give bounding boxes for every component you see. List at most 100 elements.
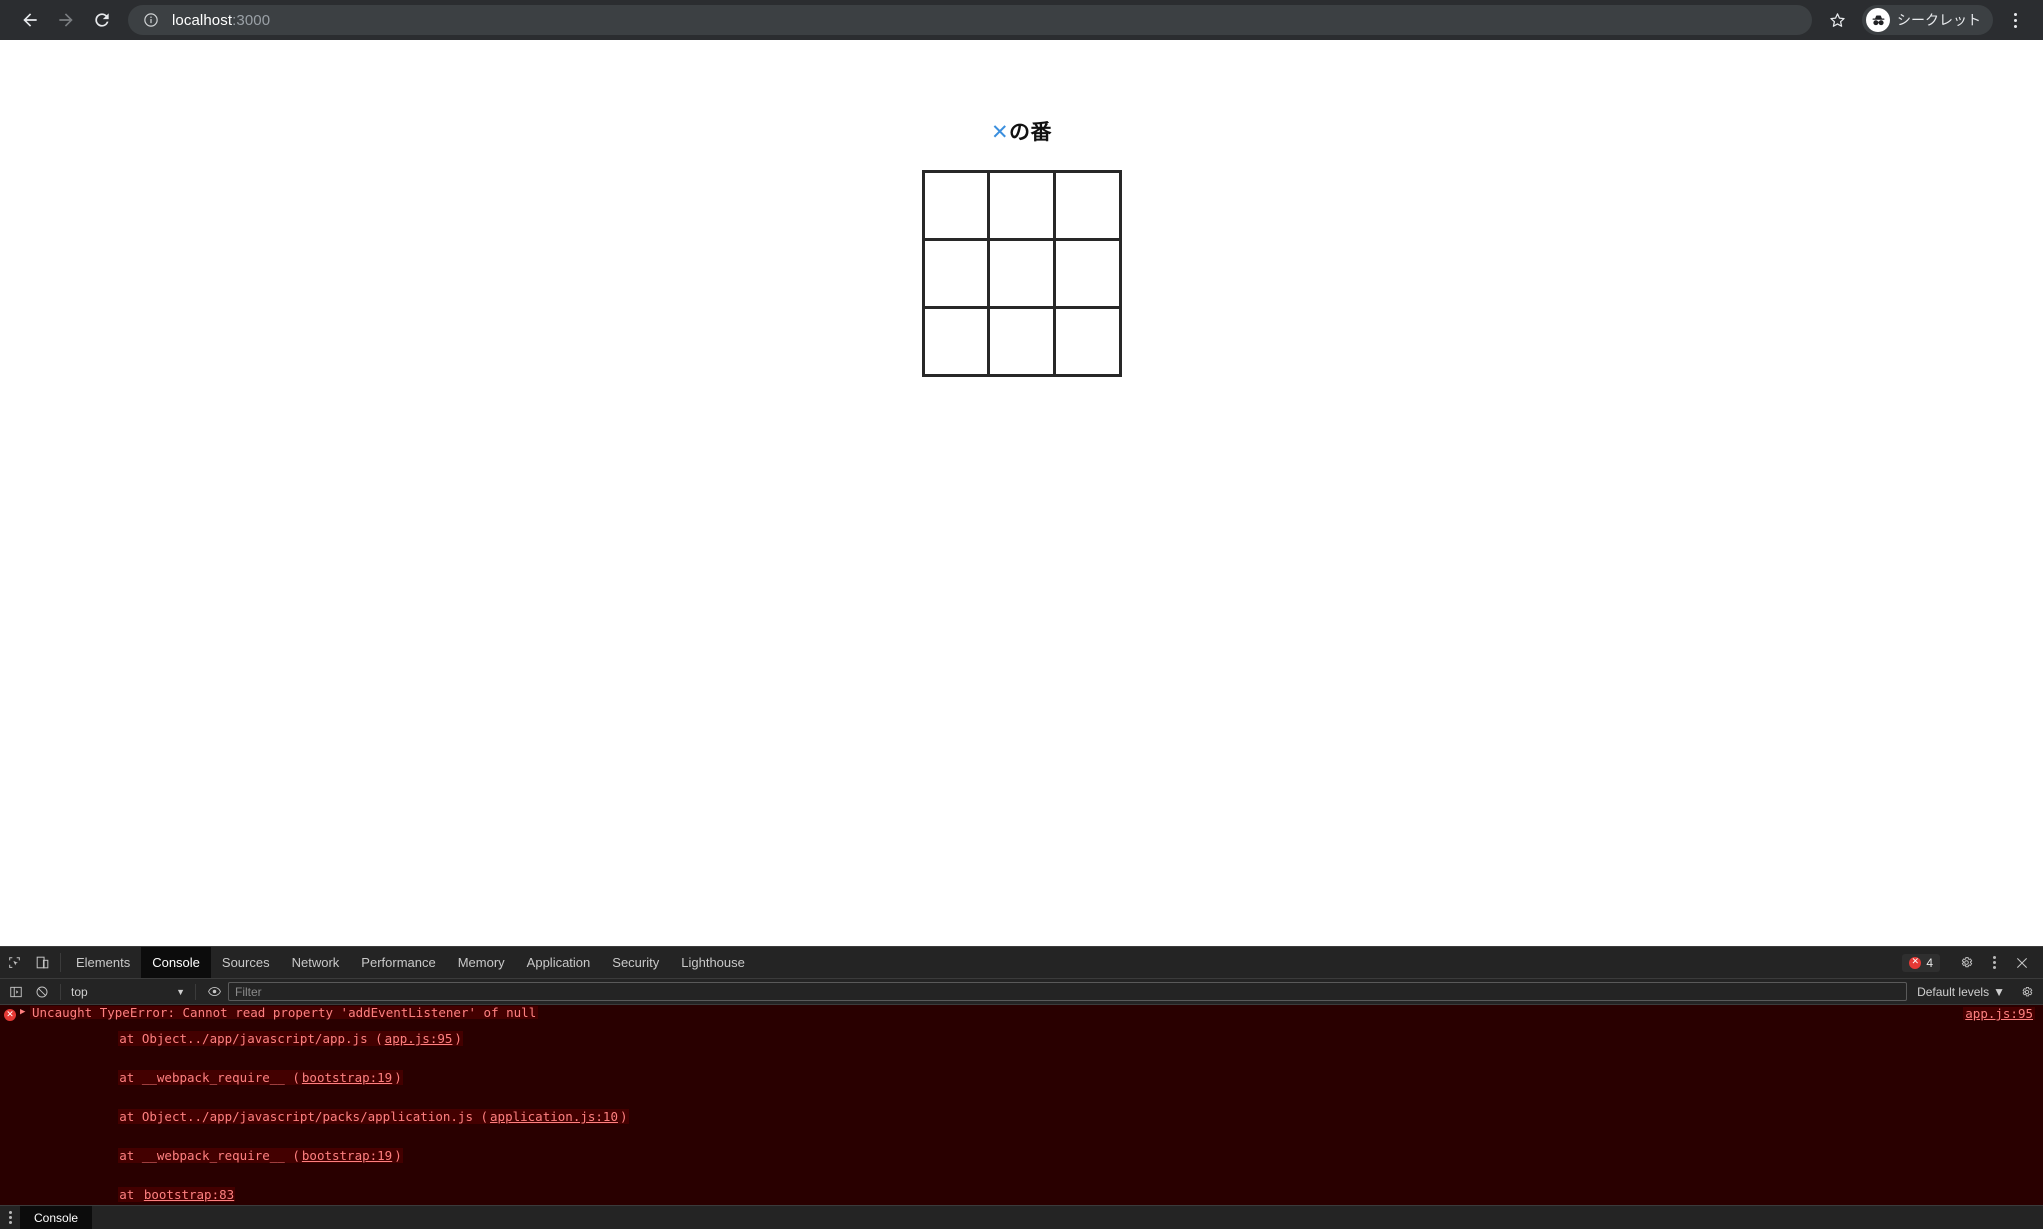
stack-frame-link[interactable]: bootstrap:83 <box>142 1187 236 1202</box>
forward-button[interactable] <box>48 2 84 38</box>
clear-console-icon <box>36 986 48 997</box>
clear-console-button[interactable] <box>30 981 54 1003</box>
error-count-badge[interactable]: ✕ 4 <box>1902 953 1940 972</box>
gear-icon <box>1961 957 1972 968</box>
execution-context-select[interactable]: top ▼ <box>67 982 189 1002</box>
console-toolbar-divider-2 <box>195 983 196 1000</box>
stack-frame: at __webpack_require__ (bootstrap:19) <box>20 1136 1863 1175</box>
board-cell-3[interactable] <box>924 241 988 306</box>
stack-frame: at Object../app/javascript/app.js (app.j… <box>20 1019 1863 1058</box>
menu-dot <box>2013 18 2017 22</box>
tab-application[interactable]: Application <box>516 947 602 978</box>
game-board <box>921 170 1122 377</box>
expand-triangle-icon[interactable]: ▶ <box>20 1006 30 1019</box>
device-toolbar-button[interactable] <box>28 947 56 978</box>
devtools-drawer: Console <box>0 1205 2043 1229</box>
log-levels-select[interactable]: Default levels ▼ <box>1909 985 2013 999</box>
chevron-down-icon: ▼ <box>1993 984 2005 999</box>
reload-button[interactable] <box>84 2 120 38</box>
devtools-close-button[interactable] <box>2009 950 2035 976</box>
board-cell-6[interactable] <box>924 309 988 374</box>
tab-lighthouse[interactable]: Lighthouse <box>670 947 756 978</box>
address-bar[interactable]: localhost:3000 <box>128 5 1812 35</box>
console-toolbar-divider <box>60 983 61 1000</box>
browser-menu-button[interactable] <box>1999 3 2031 37</box>
console-settings-button[interactable] <box>2015 981 2039 1003</box>
stack-frame-tail: ) <box>618 1109 629 1124</box>
tab-memory[interactable]: Memory <box>447 947 516 978</box>
message-body: ▶ Uncaught TypeError: Cannot read proper… <box>20 1006 2043 1229</box>
error-title: Uncaught TypeError: Cannot read property… <box>30 1005 539 1020</box>
bookmark-button[interactable] <box>1820 3 1854 37</box>
toolbar-right-controls: シークレット <box>1820 3 2031 37</box>
board-cell-7[interactable] <box>990 309 1053 374</box>
message-icon-wrap: ✕ <box>0 1006 20 1021</box>
drawer-tab-console[interactable]: Console <box>20 1206 93 1229</box>
board-cell-4[interactable] <box>990 241 1053 306</box>
stack-frame-tail: ) <box>393 1070 403 1085</box>
stack-frame-tail: ) <box>453 1031 463 1046</box>
address-bar-text: localhost:3000 <box>172 12 270 29</box>
console-filter-input[interactable] <box>228 982 1908 1001</box>
message-source-link[interactable]: app.js:95 <box>1963 1007 2035 1020</box>
board-cell-0[interactable] <box>924 173 988 238</box>
devtools-settings-button[interactable] <box>1953 950 1979 976</box>
error-icon: ✕ <box>1909 956 1922 969</box>
stack-frame-text: at __webpack_require__ ( <box>118 1148 301 1163</box>
drawer-more-button[interactable] <box>0 1206 20 1229</box>
stack-frame-link[interactable]: bootstrap:19 <box>300 1070 394 1085</box>
stack-frame-link[interactable]: app.js:95 <box>383 1031 454 1046</box>
stack-frame: at __webpack_require__ (bootstrap:19) <box>20 1058 1863 1097</box>
stack-frame-text: at __webpack_require__ ( <box>118 1070 301 1085</box>
incognito-label: シークレット <box>1897 12 1981 28</box>
menu-dot <box>2013 24 2017 28</box>
menu-dot <box>8 1221 12 1224</box>
tab-performance[interactable]: Performance <box>350 947 446 978</box>
devtools-tabbar-right: ✕ 4 <box>1902 947 2043 978</box>
error-count-value: 4 <box>1926 955 1933 970</box>
tab-sources[interactable]: Sources <box>211 947 281 978</box>
stack-frame-text: at <box>118 1187 143 1202</box>
stack-frame-link[interactable]: bootstrap:19 <box>300 1148 394 1163</box>
reload-icon <box>95 13 109 27</box>
chevron-down-icon: ▼ <box>176 986 185 997</box>
board-cell-1[interactable] <box>990 173 1053 238</box>
live-expression-button[interactable] <box>202 981 226 1003</box>
devtools-more-button[interactable] <box>1981 950 2007 976</box>
tab-elements[interactable]: Elements <box>65 947 141 978</box>
console-message-list: ✕ ▶ Uncaught TypeError: Cannot read prop… <box>0 1005 2043 1229</box>
console-message-error-group[interactable]: ✕ ▶ Uncaught TypeError: Cannot read prop… <box>0 1005 2043 1229</box>
console-sidebar-icon <box>10 986 22 997</box>
device-toolbar-icon <box>36 956 48 969</box>
board-cell-8[interactable] <box>1055 309 1119 374</box>
message-header[interactable]: ▶ Uncaught TypeError: Cannot read proper… <box>20 1006 1863 1019</box>
incognito-profile-button[interactable]: シークレット <box>1862 5 1993 35</box>
inspect-element-button[interactable] <box>0 947 28 978</box>
menu-dot <box>1992 961 1996 964</box>
log-levels-value: Default levels <box>1917 984 1990 999</box>
execution-context-value: top <box>71 984 88 999</box>
stack-frame-link[interactable]: application.js:10 <box>489 1109 619 1124</box>
devtools-panel: Elements Console Sources Network Perform… <box>0 946 2043 1229</box>
stack-frame-tail: ) <box>393 1148 403 1163</box>
menu-dot <box>8 1216 12 1219</box>
board-cell-5[interactable] <box>1055 241 1119 306</box>
board-cell-2[interactable] <box>1055 173 1119 238</box>
tab-security[interactable]: Security <box>601 947 670 978</box>
close-icon <box>2016 957 2028 968</box>
back-button[interactable] <box>12 2 48 38</box>
inspect-element-icon <box>8 957 20 968</box>
info-circle-icon[interactable] <box>142 11 160 29</box>
menu-dot <box>2013 12 2017 16</box>
browser-toolbar: localhost:3000 シークレット <box>0 0 2043 40</box>
menu-dot <box>1992 966 1996 969</box>
game-status: ✕の番 <box>991 122 1052 143</box>
console-toolbar: top ▼ Default levels ▼ <box>0 979 2043 1005</box>
tic-tac-toe-game: ✕の番 <box>0 40 2043 377</box>
console-sidebar-toggle[interactable] <box>4 981 28 1003</box>
stack-frame-text: at Object../app/javascript/app.js ( <box>118 1031 384 1046</box>
menu-dot <box>8 1211 12 1214</box>
eye-icon <box>207 986 221 997</box>
tab-console[interactable]: Console <box>141 947 211 978</box>
tab-network[interactable]: Network <box>281 947 351 978</box>
